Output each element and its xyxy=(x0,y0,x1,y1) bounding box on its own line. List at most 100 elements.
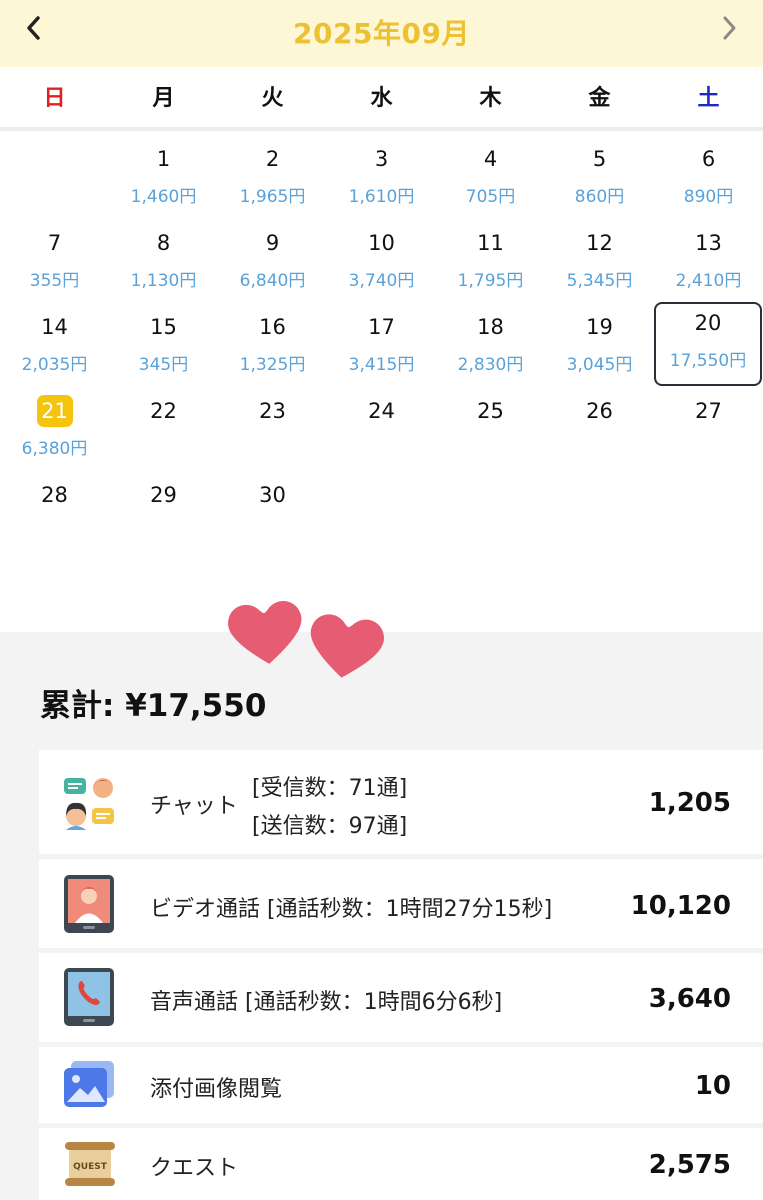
day-number: 1 xyxy=(156,147,171,171)
day-number: 20 xyxy=(694,311,722,335)
calendar-day-17[interactable]: 17 3,415円 xyxy=(327,306,436,390)
calendar-day-23[interactable]: 23 xyxy=(218,390,327,474)
day-earnings: 3,415円 xyxy=(348,355,415,375)
day-number: 7 xyxy=(47,231,62,255)
calendar-day-6[interactable]: 6 890円 xyxy=(654,138,763,222)
chevron-right-icon xyxy=(723,16,736,40)
day-number: 13 xyxy=(695,231,722,255)
day-number: 6 xyxy=(701,147,716,171)
day-earnings: 17,550円 xyxy=(669,351,747,371)
day-earnings: 3,740円 xyxy=(348,271,415,291)
heart-icon xyxy=(310,614,384,678)
calendar-day-14[interactable]: 14 2,035円 xyxy=(0,306,109,390)
calendar-day-9[interactable]: 9 6,840円 xyxy=(218,222,327,306)
day-earnings: 2,410円 xyxy=(675,271,742,291)
svg-text:QUEST: QUEST xyxy=(73,1162,108,1172)
calendar-day-25[interactable]: 25 xyxy=(436,390,545,474)
day-number: 18 xyxy=(477,315,504,339)
calendar-day-26[interactable]: 26 xyxy=(545,390,654,474)
calendar-day-20[interactable]: 20 17,550円 xyxy=(654,302,762,386)
day-number: 15 xyxy=(150,315,177,339)
weekday-sunday: 日 xyxy=(43,86,66,111)
day-number: 29 xyxy=(150,483,177,507)
chat-people-icon xyxy=(64,778,114,830)
day-number: 16 xyxy=(259,315,286,339)
weekday-saturday: 土 xyxy=(697,86,720,111)
day-earnings: 5,345円 xyxy=(566,271,633,291)
calendar-day-21[interactable]: 21 6,380円 xyxy=(0,390,109,474)
day-number: 11 xyxy=(477,231,504,255)
calendar-day-12[interactable]: 12 5,345円 xyxy=(545,222,654,306)
heart-icon xyxy=(228,601,302,664)
day-number: 25 xyxy=(477,399,504,423)
calendar-day-16[interactable]: 16 1,325円 xyxy=(218,306,327,390)
calendar-day-2[interactable]: 2 1,965円 xyxy=(218,138,327,222)
day-number: 12 xyxy=(586,231,613,255)
voice-call-tablet-icon xyxy=(64,968,114,1026)
next-month-button[interactable] xyxy=(707,8,751,53)
calendar-day-24[interactable]: 24 xyxy=(327,390,436,474)
day-earnings: 1,795円 xyxy=(457,271,524,291)
summary-row-image-views[interactable]: 添付画像閲覧 10 xyxy=(39,1047,763,1123)
day-earnings: 1,965円 xyxy=(239,187,306,207)
video-call-value: 10,120 xyxy=(630,891,731,921)
image-views-value: 10 xyxy=(694,1071,731,1101)
calendar-day-10[interactable]: 10 3,740円 xyxy=(327,222,436,306)
calendar-day-4[interactable]: 4 705円 xyxy=(436,138,545,222)
summary-row-quest[interactable]: QUEST クエスト 2,575 xyxy=(39,1128,763,1200)
today-badge: 21 xyxy=(36,395,73,427)
calendar-day-18[interactable]: 18 2,830円 xyxy=(436,306,545,390)
day-number: 4 xyxy=(483,147,498,171)
summary-row-voice-call[interactable]: 音声通話 [通話秒数：1時間6分6秒] 3,640 xyxy=(39,953,763,1042)
calendar-day-22[interactable]: 22 xyxy=(109,390,218,474)
summary-row-video-call[interactable]: ビデオ通話 [通話秒数：1時間27分15秒] 10,120 xyxy=(39,859,763,948)
day-earnings: 355円 xyxy=(29,271,80,291)
summary-row-chat[interactable]: チャット [受信数：71通] [送信数：97通] 1,205 xyxy=(39,750,763,854)
day-earnings: 6,380円 xyxy=(21,439,88,459)
day-earnings: 2,830円 xyxy=(457,355,524,375)
day-number: 9 xyxy=(265,231,280,255)
day-number: 24 xyxy=(368,399,395,423)
day-earnings: 345円 xyxy=(138,355,189,375)
day-number: 2 xyxy=(265,147,280,171)
video-call-tablet-icon xyxy=(64,875,114,933)
day-earnings: 705円 xyxy=(465,187,516,207)
calendar-day-8[interactable]: 8 1,130円 xyxy=(109,222,218,306)
month-title: 2025年09月 xyxy=(293,17,470,50)
calendar-day-19[interactable]: 19 3,045円 xyxy=(545,306,654,390)
weekday-monday: 月 xyxy=(152,86,175,111)
day-earnings: 6,840円 xyxy=(239,271,306,291)
image-attachment-icon xyxy=(64,1061,114,1107)
calendar-day-30[interactable]: 30 xyxy=(218,474,327,558)
chat-sent-count: [送信数：97通] xyxy=(252,814,408,839)
calendar-day-3[interactable]: 3 1,610円 xyxy=(327,138,436,222)
calendar-day-5[interactable]: 5 860円 xyxy=(545,138,654,222)
day-earnings: 860円 xyxy=(574,187,625,207)
calendar-day-15[interactable]: 15 345円 xyxy=(109,306,218,390)
day-number: 23 xyxy=(259,399,286,423)
day-number: 8 xyxy=(156,231,171,255)
calendar-day-7[interactable]: 7 355円 xyxy=(0,222,109,306)
day-earnings: 2,035円 xyxy=(21,355,88,375)
day-number: 14 xyxy=(41,315,68,339)
month-header: 2025年09月 xyxy=(0,0,763,67)
video-call-label: ビデオ通話 [通話秒数：1時間27分15秒] xyxy=(150,897,553,922)
day-number: 3 xyxy=(374,147,389,171)
calendar-day-29[interactable]: 29 xyxy=(109,474,218,558)
chat-label: チャット xyxy=(150,794,238,819)
weekday-wednesday: 水 xyxy=(370,86,393,111)
voice-call-label: 音声通話 [通話秒数：1時間6分6秒] xyxy=(150,990,503,1015)
day-number: 17 xyxy=(368,315,395,339)
calendar-day-27[interactable]: 27 xyxy=(654,390,763,474)
calendar-day-13[interactable]: 13 2,410円 xyxy=(654,222,763,306)
quest-value: 2,575 xyxy=(648,1150,731,1180)
calendar-day-11[interactable]: 11 1,795円 xyxy=(436,222,545,306)
day-number: 5 xyxy=(592,147,607,171)
weekday-tuesday: 火 xyxy=(261,86,284,111)
weekday-row: 日 月 火 水 木 金 土 xyxy=(0,67,763,131)
calendar-day-1[interactable]: 1 1,460円 xyxy=(109,138,218,222)
voice-call-value: 3,640 xyxy=(648,984,731,1014)
day-earnings: 3,045円 xyxy=(566,355,633,375)
day-earnings: 1,610円 xyxy=(348,187,415,207)
calendar-day-28[interactable]: 28 xyxy=(0,474,109,558)
